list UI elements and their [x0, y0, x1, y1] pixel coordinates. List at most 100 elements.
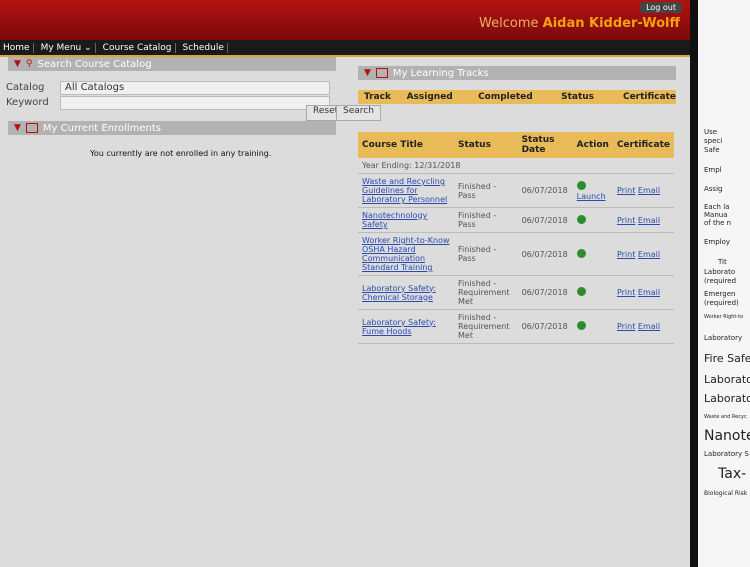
- course-date: 06/07/2018: [517, 207, 573, 233]
- course-date: 06/07/2018: [517, 275, 573, 310]
- col-status: Status: [561, 92, 595, 102]
- side-text: Employ: [704, 238, 731, 246]
- nav-course-catalog[interactable]: Course Catalog: [100, 42, 176, 53]
- side-text: Assig: [704, 185, 723, 193]
- side-text: Laborator: [704, 373, 750, 386]
- email-link[interactable]: Email: [638, 216, 660, 225]
- side-text: (required: [704, 277, 737, 285]
- collapse-icon: ▼: [364, 68, 371, 78]
- main-nav: Home My Menu ⌄ Course Catalog Schedule: [0, 40, 690, 57]
- side-text: Worker Right-to: [704, 314, 744, 320]
- course-date: 06/07/2018: [517, 232, 573, 276]
- side-text: Tax-: [718, 466, 747, 482]
- launch-link[interactable]: Launch: [577, 192, 606, 201]
- course-link[interactable]: Laboratory Safety: Fume Hoods: [362, 318, 436, 336]
- side-text: Laboratory S: [704, 450, 749, 458]
- side-text: Emergen: [704, 290, 736, 298]
- info-icon[interactable]: [576, 321, 586, 330]
- side-text: of the n: [704, 219, 732, 227]
- side-text: Safe: [704, 146, 720, 154]
- side-text: Biological Risk: [704, 490, 748, 497]
- email-link[interactable]: Email: [638, 186, 660, 195]
- course-status: Finished - Pass: [454, 207, 518, 233]
- collapse-icon: ▼: [14, 59, 21, 69]
- side-text: Empl: [704, 166, 722, 174]
- side-text: Laborato: [704, 268, 736, 276]
- enrollments-title: My Current Enrollments: [42, 122, 161, 134]
- col-status-date: Status Date: [517, 132, 573, 158]
- search-icon: ⚲: [25, 59, 33, 69]
- year-label: Year Ending: 12/31/2018: [358, 158, 674, 174]
- table-row: Laboratory Safety: Chemical Storage Fini…: [358, 275, 674, 310]
- info-icon[interactable]: [576, 248, 586, 258]
- keyword-input[interactable]: [60, 96, 330, 110]
- col-course-title: Course Title: [358, 132, 454, 158]
- search-panel-title: Search Course Catalog: [37, 58, 152, 70]
- course-link[interactable]: Waste and Recycling Guidelines for Labor…: [362, 177, 447, 204]
- print-link[interactable]: Print: [617, 216, 635, 225]
- print-link[interactable]: Print: [617, 288, 635, 297]
- collapse-icon: ▼: [14, 123, 21, 133]
- side-text: Laborato: [704, 392, 750, 405]
- tracks-panel-header[interactable]: ▼ My Learning Tracks: [358, 66, 676, 80]
- nav-home[interactable]: Home: [0, 42, 34, 53]
- course-date: 06/07/2018: [517, 173, 573, 208]
- catalog-label: Catalog: [6, 82, 45, 93]
- side-text: speci: [704, 137, 723, 145]
- welcome-message: Welcome Aidan Kidder-Wolff: [479, 16, 680, 31]
- side-text: Tit: [718, 258, 727, 266]
- email-link[interactable]: Email: [638, 288, 660, 297]
- calendar-icon: [375, 68, 388, 78]
- info-icon[interactable]: [576, 214, 586, 224]
- table-row: Worker Right-to-Know OSHA Hazard Communi…: [358, 232, 674, 276]
- tracks-table-header: Track Assigned Completed Status Certific…: [358, 90, 676, 104]
- print-link[interactable]: Print: [617, 322, 635, 331]
- search-panel-header[interactable]: ▼ ⚲ Search Course Catalog: [8, 57, 336, 71]
- side-text: Waste and Recyc: [704, 414, 747, 420]
- table-row: Nanotechnology Safety Finished - Pass 06…: [358, 207, 674, 233]
- keyword-label: Keyword: [6, 97, 49, 108]
- enrollments-panel-header[interactable]: ▼ My Current Enrollments: [8, 121, 336, 135]
- email-link[interactable]: Email: [638, 250, 660, 259]
- nav-schedule[interactable]: Schedule: [180, 42, 228, 53]
- course-link[interactable]: Laboratory Safety: Chemical Storage: [362, 284, 436, 302]
- course-link[interactable]: Worker Right-to-Know OSHA Hazard Communi…: [362, 236, 450, 272]
- nav-my-menu[interactable]: My Menu ⌄: [38, 42, 96, 53]
- col-certificate: Certificate: [622, 92, 676, 102]
- course-status: Finished - Pass: [454, 232, 518, 276]
- table-row: Waste and Recycling Guidelines for Labor…: [358, 173, 674, 208]
- catalog-select[interactable]: All Catalogs: [60, 81, 330, 95]
- side-text: Nanote: [704, 428, 750, 444]
- course-link[interactable]: Nanotechnology Safety: [362, 211, 427, 229]
- side-text: Fire Safet: [704, 352, 750, 365]
- courses-table: Course Title Status Status Date Action C…: [358, 132, 674, 344]
- col-completed: Completed: [478, 92, 533, 102]
- side-document: Use speci Safe Empl Assig Each la Manua …: [690, 0, 750, 567]
- col-assigned: Assigned: [406, 92, 453, 102]
- user-name: Aidan Kidder-Wolff: [542, 16, 680, 31]
- info-icon[interactable]: [576, 287, 586, 296]
- side-text: Each la: [704, 203, 730, 211]
- print-link[interactable]: Print: [617, 250, 635, 259]
- side-text: Laboratory: [704, 334, 743, 342]
- courses-header: Course Title Status Status Date Action C…: [358, 132, 674, 158]
- search-button[interactable]: Search: [336, 105, 381, 121]
- side-text: Use: [704, 128, 718, 136]
- site-header: Log out Welcome Aidan Kidder-Wolff: [0, 0, 690, 40]
- tracks-title: My Learning Tracks: [392, 67, 489, 79]
- course-date: 06/07/2018: [517, 309, 573, 344]
- info-icon[interactable]: [576, 180, 586, 190]
- course-status: Finished - Requirement Met: [454, 309, 518, 344]
- course-status: Finished - Requirement Met: [454, 275, 518, 310]
- col-status: Status: [454, 132, 518, 158]
- print-link[interactable]: Print: [617, 186, 635, 195]
- enrollment-icon: [25, 123, 38, 133]
- side-text: Manua: [704, 211, 728, 219]
- enrollment-notice: You currently are not enrolled in any tr…: [90, 149, 272, 158]
- logout-button[interactable]: Log out: [640, 2, 682, 13]
- course-status: Finished - Pass: [454, 173, 518, 208]
- side-text: (required): [704, 299, 739, 307]
- welcome-label: Welcome: [479, 16, 539, 31]
- col-certificate: Certificate: [612, 132, 674, 158]
- email-link[interactable]: Email: [638, 322, 660, 331]
